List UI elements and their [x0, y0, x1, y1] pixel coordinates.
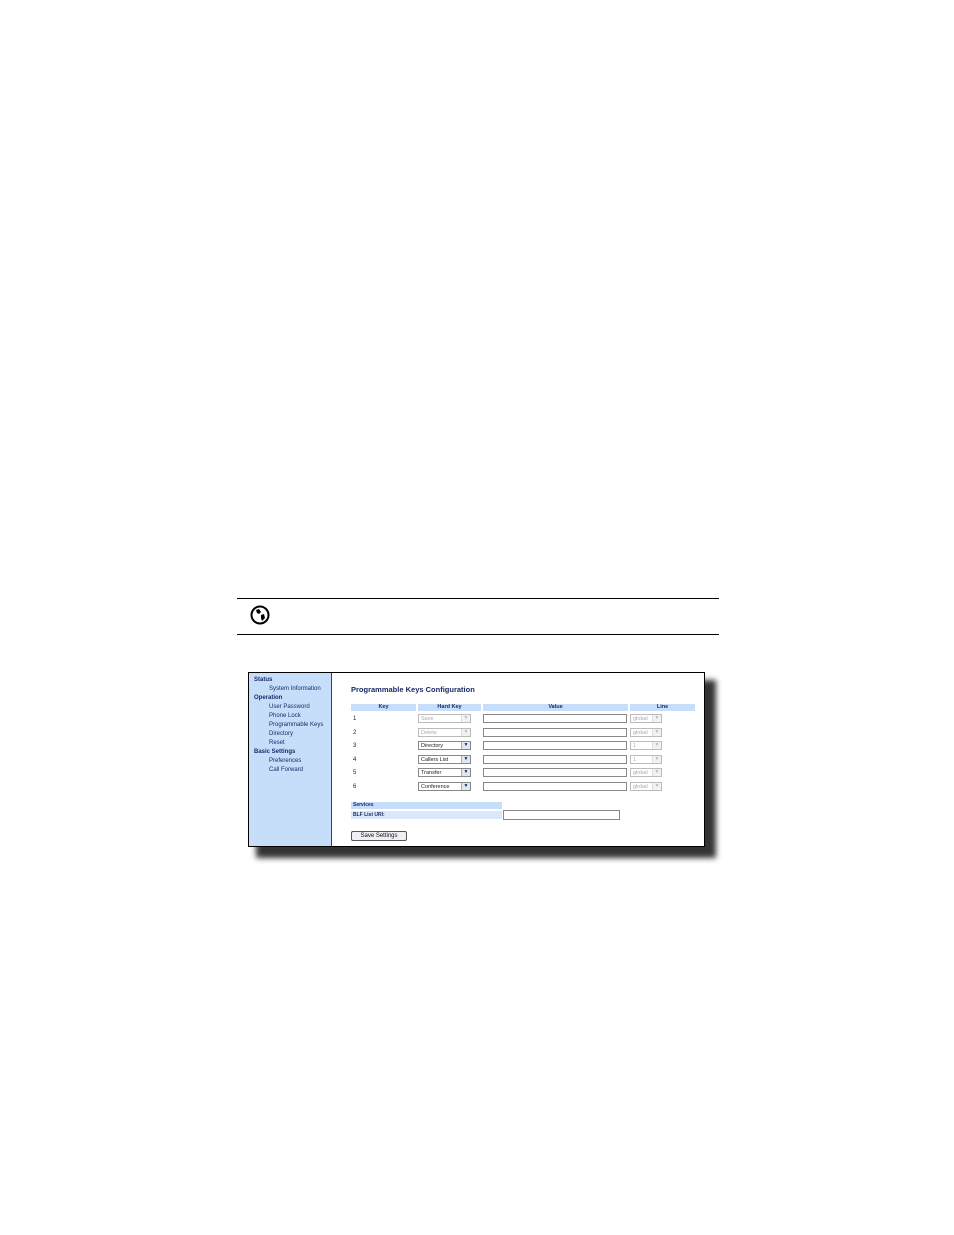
value-input[interactable]: [483, 741, 627, 750]
value-input[interactable]: [483, 755, 627, 764]
nav-item-reset[interactable]: Reset: [269, 740, 285, 746]
nav-item-preferences[interactable]: Preferences: [269, 758, 301, 764]
line-value: 1: [633, 757, 637, 763]
chevron-down-icon: ▼: [652, 715, 661, 722]
value-input[interactable]: [483, 728, 627, 737]
chevron-down-icon: ▼: [461, 783, 470, 790]
hard-key-value: Conference: [421, 784, 450, 790]
nav-item-user-password[interactable]: User Password: [269, 704, 310, 710]
key-number: 5: [353, 770, 357, 776]
hard-key-select[interactable]: Directory ▼: [418, 741, 471, 750]
chevron-down-icon: ▼: [461, 715, 470, 722]
main-panel: Programmable Keys Configuration Key Hard…: [332, 673, 704, 846]
nav-item-system-information[interactable]: System Information: [269, 686, 321, 692]
hard-key-value: Directory: [421, 743, 444, 749]
col-header-key: Key: [351, 704, 416, 711]
line-select: 1 ▼: [630, 755, 662, 764]
line-select: global ▼: [630, 768, 662, 777]
web-ui-screenshot: Status System Information Operation User…: [248, 672, 705, 847]
chevron-down-icon: ▼: [652, 756, 661, 763]
hard-key-value: Delete: [421, 730, 437, 736]
nav-item-programmable-keys[interactable]: Programmable Keys: [269, 722, 323, 728]
note-bottom-rule: [237, 634, 719, 635]
key-number: 6: [353, 784, 357, 790]
blf-list-uri-input[interactable]: [503, 810, 620, 820]
chevron-down-icon: ▼: [652, 729, 661, 736]
key-number: 4: [353, 757, 357, 763]
nav-item-call-forward[interactable]: Call Forward: [269, 767, 303, 773]
chevron-down-icon: ▼: [461, 742, 470, 749]
line-value: global: [633, 784, 648, 790]
hard-key-value: Save: [421, 716, 434, 722]
hard-key-select: Save ▼: [418, 714, 471, 723]
key-number: 3: [353, 743, 357, 749]
chevron-down-icon: ▼: [652, 742, 661, 749]
line-value: global: [633, 730, 648, 736]
key-number: 2: [353, 730, 357, 736]
sidebar: Status System Information Operation User…: [249, 673, 332, 846]
col-header-hard-key: Hard Key: [418, 704, 481, 711]
chevron-down-icon: ▼: [652, 769, 661, 776]
nav-section-basic-settings[interactable]: Basic Settings: [254, 749, 295, 755]
line-value: 1: [633, 743, 637, 749]
line-value: global: [633, 770, 648, 776]
page-title: Programmable Keys Configuration: [351, 685, 475, 694]
globe-icon: [250, 605, 270, 625]
hard-key-value: Callers List: [421, 757, 449, 763]
note-top-rule: [237, 598, 719, 599]
nav-item-phone-lock[interactable]: Phone Lock: [269, 713, 301, 719]
line-select: global ▼: [630, 782, 662, 791]
nav-section-status[interactable]: Status: [254, 677, 272, 683]
col-header-line: Line: [630, 704, 695, 711]
chevron-down-icon: ▼: [652, 783, 661, 790]
nav-section-operation[interactable]: Operation: [254, 695, 282, 701]
hard-key-select[interactable]: Conference ▼: [418, 782, 471, 791]
hard-key-select[interactable]: Callers List ▼: [418, 755, 471, 764]
services-header: Services: [351, 802, 502, 809]
line-select: global ▼: [630, 728, 662, 737]
line-value: global: [633, 716, 648, 722]
hard-key-select: Delete ▼: [418, 728, 471, 737]
chevron-down-icon: ▼: [461, 769, 470, 776]
chevron-down-icon: ▼: [461, 756, 470, 763]
value-input[interactable]: [483, 782, 627, 791]
value-input[interactable]: [483, 714, 627, 723]
line-select: global ▼: [630, 714, 662, 723]
line-select: 1 ▼: [630, 741, 662, 750]
value-input[interactable]: [483, 768, 627, 777]
chevron-down-icon: ▼: [461, 729, 470, 736]
hard-key-value: Transfer: [421, 770, 442, 776]
hard-key-select[interactable]: Transfer ▼: [418, 768, 471, 777]
nav-item-directory[interactable]: Directory: [269, 731, 293, 737]
key-number: 1: [353, 716, 357, 722]
col-header-value: Value: [483, 704, 628, 711]
blf-list-uri-label: BLF List URI:: [351, 811, 502, 819]
save-settings-button[interactable]: Save Settings: [351, 831, 407, 841]
